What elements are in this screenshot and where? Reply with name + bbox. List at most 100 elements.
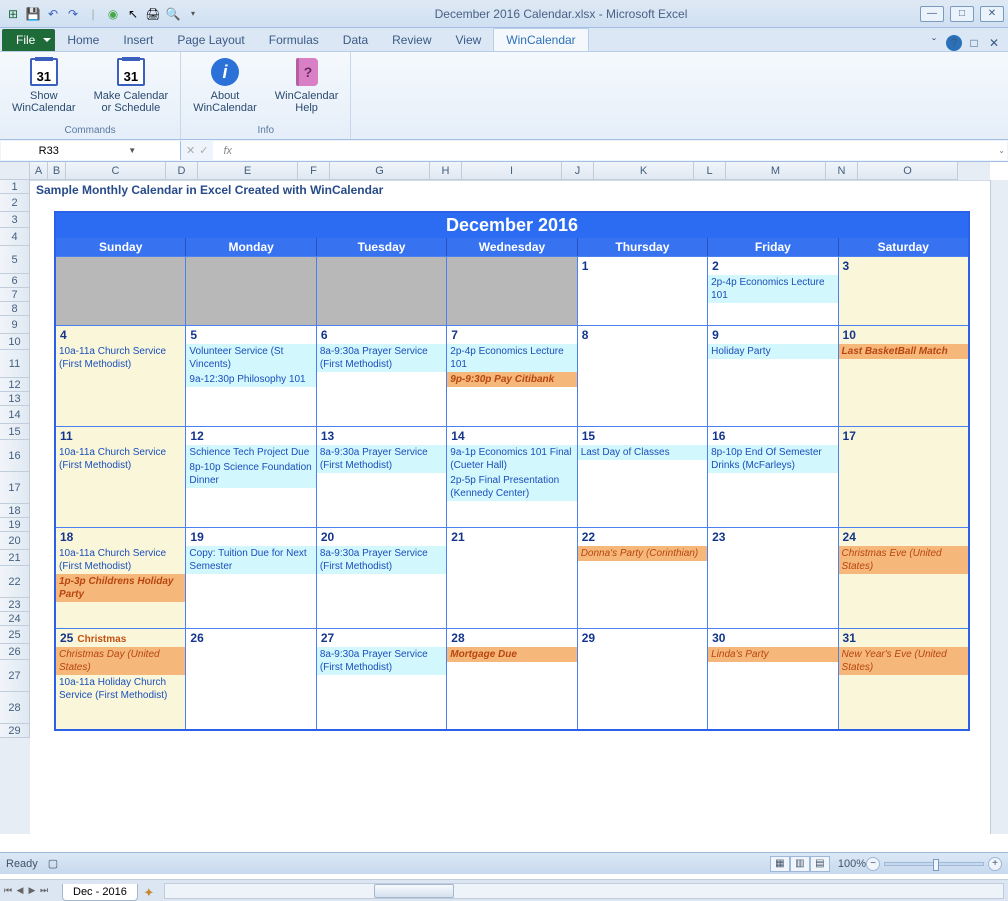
calendar-day-cell[interactable]: 410a-11a Church Service (First Methodist… <box>56 326 186 426</box>
horizontal-scrollbar[interactable] <box>164 883 1004 899</box>
calendar-event[interactable]: Schience Tech Project Due <box>186 445 315 460</box>
calendar-day-cell[interactable]: 12Schience Tech Project Due8p-10p Scienc… <box>186 427 316 527</box>
preview-icon[interactable]: 🔍 <box>164 5 182 23</box>
calendar-day-cell[interactable]: 138a-9:30a Prayer Service (First Methodi… <box>317 427 447 527</box>
page-break-view-button[interactable]: ▤ <box>810 856 830 872</box>
row-header[interactable]: 9 <box>0 316 30 334</box>
calendar-event[interactable]: 8a-9:30a Prayer Service (First Methodist… <box>317 344 446 372</box>
row-header[interactable]: 21 <box>0 550 30 566</box>
calendar-day-cell[interactable]: 5Volunteer Service (St Vincents)9a-12:30… <box>186 326 316 426</box>
calendar-event[interactable]: 10a-11a Church Service (First Methodist) <box>56 546 185 574</box>
minimize-button[interactable]: — <box>920 6 944 22</box>
accept-formula-icon[interactable]: ✓ <box>199 144 208 157</box>
calendar-day-cell[interactable]: 21 <box>447 528 577 628</box>
tab-formulas[interactable]: Formulas <box>257 29 331 51</box>
column-header[interactable]: I <box>462 162 562 180</box>
row-header[interactable]: 5 <box>0 246 30 274</box>
calendar-day-cell[interactable]: 1110a-11a Church Service (First Methodis… <box>56 427 186 527</box>
calendar-day-cell[interactable] <box>56 257 186 325</box>
calendar-day-cell[interactable]: 3 <box>839 257 968 325</box>
calendar-event[interactable]: Linda's Party <box>708 647 837 662</box>
row-header[interactable]: 26 <box>0 644 30 660</box>
column-header[interactable]: K <box>594 162 694 180</box>
insert-sheet-icon[interactable]: ✦ <box>138 885 160 901</box>
tab-review[interactable]: Review <box>380 29 443 51</box>
calendar-day-cell[interactable]: 15Last Day of Classes <box>578 427 708 527</box>
file-tab[interactable]: File <box>2 29 55 51</box>
cancel-formula-icon[interactable]: ✕ <box>186 144 195 157</box>
row-header[interactable]: 3 <box>0 212 30 228</box>
column-header[interactable]: H <box>430 162 462 180</box>
calendar-event[interactable]: 10a-11a Church Service (First Methodist) <box>56 344 185 372</box>
calendar-day-cell[interactable] <box>447 257 577 325</box>
zoom-out-button[interactable]: − <box>866 857 880 871</box>
tab-view[interactable]: View <box>444 29 494 51</box>
calendar-day-cell[interactable]: 1 <box>578 257 708 325</box>
calendar-day-cell[interactable]: 168p-10p End Of Semester Drinks (McFarle… <box>708 427 838 527</box>
calendar-event[interactable]: Last BasketBall Match <box>839 344 968 359</box>
calendar-day-cell[interactable]: 17 <box>839 427 968 527</box>
calendar-event[interactable]: 2p-4p Economics Lecture 101 <box>708 275 837 303</box>
calendar-day-cell[interactable]: 23 <box>708 528 838 628</box>
chevron-down-icon[interactable]: ▼ <box>91 146 175 155</box>
row-header[interactable]: 19 <box>0 518 30 532</box>
undo-icon[interactable]: ↶ <box>44 5 62 23</box>
row-header[interactable]: 10 <box>0 334 30 350</box>
refresh-icon[interactable]: ◉ <box>104 5 122 23</box>
calendar-day-cell[interactable] <box>317 257 447 325</box>
row-header[interactable]: 22 <box>0 566 30 598</box>
zoom-in-button[interactable]: + <box>988 857 1002 871</box>
calendar-day-cell[interactable] <box>186 257 316 325</box>
column-header[interactable]: N <box>826 162 858 180</box>
calendar-day-cell[interactable]: 9Holiday Party <box>708 326 838 426</box>
calendar-day-cell[interactable]: 31New Year's Eve (United States) <box>839 629 968 729</box>
sheet-tab[interactable]: Dec - 2016 <box>62 884 138 901</box>
calendar-day-cell[interactable]: 30Linda's Party <box>708 629 838 729</box>
calendar-event[interactable]: 8a-9:30a Prayer Service (First Methodist… <box>317 546 446 574</box>
print-icon[interactable]: 🖨 <box>144 5 162 23</box>
close-workbook-icon[interactable]: ✕ <box>986 35 1002 51</box>
tab-nav-prev-icon[interactable]: ◀ <box>14 883 26 899</box>
save-icon[interactable]: 💾 <box>24 5 42 23</box>
calendar-event[interactable]: Christmas Day (United States) <box>56 647 185 675</box>
restore-window-icon[interactable]: □ <box>966 35 982 51</box>
calendar-day-cell[interactable]: 25ChristmasChristmas Day (United States)… <box>56 629 186 729</box>
calendar-event[interactable]: Last Day of Classes <box>578 445 707 460</box>
normal-view-button[interactable]: ▦ <box>770 856 790 872</box>
show-wincalendar-button[interactable]: 31 ShowWinCalendar <box>8 54 80 124</box>
row-header[interactable]: 7 <box>0 288 30 302</box>
calendar-event[interactable]: Mortgage Due <box>447 647 576 662</box>
calendar-event[interactable]: Volunteer Service (St Vincents) <box>186 344 315 372</box>
row-header[interactable]: 14 <box>0 406 30 424</box>
row-header[interactable]: 25 <box>0 626 30 644</box>
row-header[interactable]: 28 <box>0 692 30 724</box>
calendar-event[interactable]: 2p-5p Final Presentation (Kennedy Center… <box>447 473 576 501</box>
close-button[interactable]: ✕ <box>980 6 1004 22</box>
tab-nav-next-icon[interactable]: ▶ <box>26 883 38 899</box>
help-icon[interactable]: ? <box>946 35 962 51</box>
tab-nav-first-icon[interactable]: ⏮ <box>2 883 14 899</box>
calendar-day-cell[interactable]: 149a-1p Economics 101 Final (Cueter Hall… <box>447 427 577 527</box>
calendar-event[interactable]: 1p-3p Childrens Holiday Party <box>56 574 185 602</box>
tab-data[interactable]: Data <box>331 29 380 51</box>
row-header[interactable]: 8 <box>0 302 30 316</box>
wincalendar-help-button[interactable]: ? WinCalendarHelp <box>271 54 343 124</box>
maximize-button[interactable]: □ <box>950 6 974 22</box>
calendar-day-cell[interactable]: 8 <box>578 326 708 426</box>
column-header[interactable]: J <box>562 162 594 180</box>
zoom-slider[interactable] <box>884 862 984 866</box>
row-header[interactable]: 23 <box>0 598 30 612</box>
calendar-day-cell[interactable]: 28Mortgage Due <box>447 629 577 729</box>
calendar-day-cell[interactable]: 19Copy: Tuition Due for Next Semester <box>186 528 316 628</box>
row-header[interactable]: 12 <box>0 378 30 392</box>
tab-wincalendar[interactable]: WinCalendar <box>493 28 588 51</box>
calendar-day-cell[interactable]: 68a-9:30a Prayer Service (First Methodis… <box>317 326 447 426</box>
calendar-day-cell[interactable]: 22p-4p Economics Lecture 101 <box>708 257 838 325</box>
calendar-event[interactable]: 8a-9:30a Prayer Service (First Methodist… <box>317 445 446 473</box>
tab-page-layout[interactable]: Page Layout <box>165 29 256 51</box>
calendar-event[interactable]: 2p-4p Economics Lecture 101 <box>447 344 576 372</box>
column-header[interactable]: G <box>330 162 430 180</box>
cursor-icon[interactable]: ↖ <box>124 5 142 23</box>
calendar-day-cell[interactable]: 26 <box>186 629 316 729</box>
row-header[interactable]: 11 <box>0 350 30 378</box>
